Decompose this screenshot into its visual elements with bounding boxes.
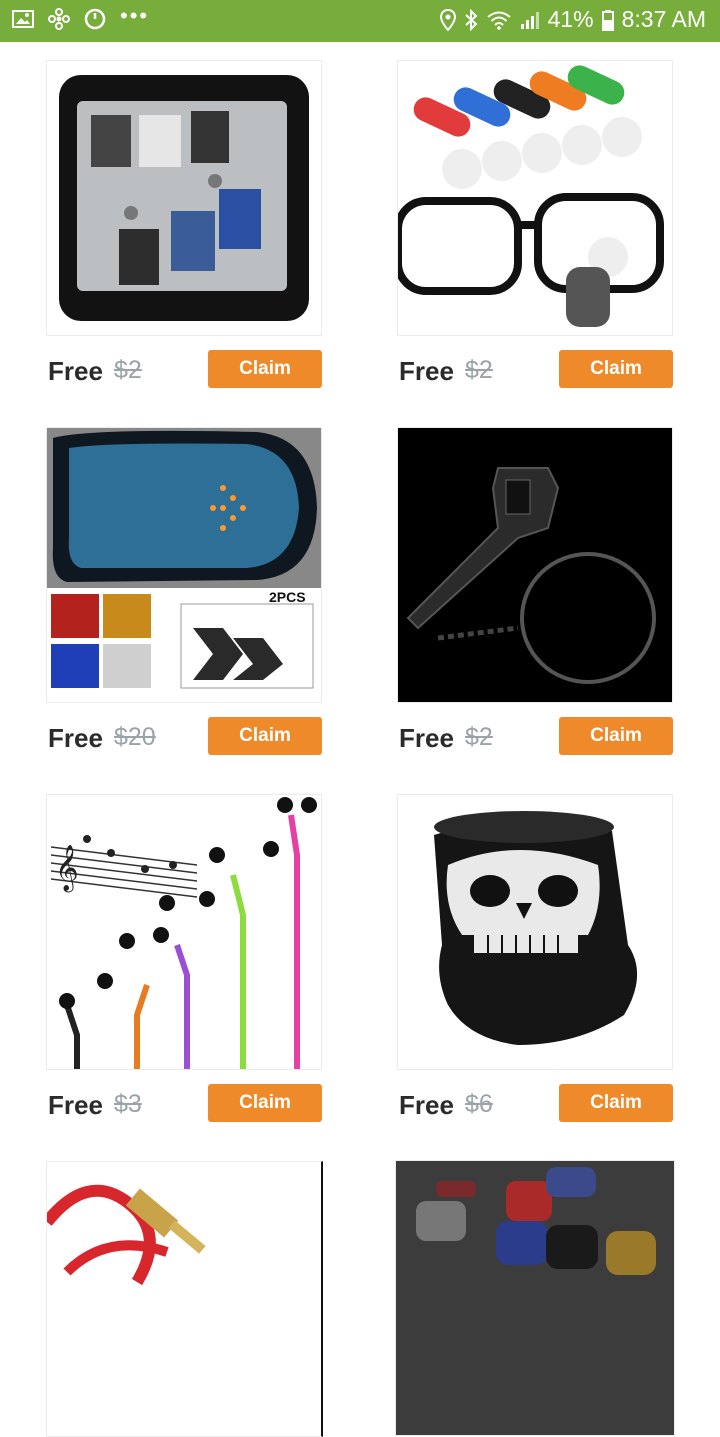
- memory-card-case-icon: [59, 75, 309, 321]
- image-caption: 2PCS: [269, 589, 306, 605]
- product-image[interactable]: [397, 427, 673, 703]
- product-image[interactable]: [46, 60, 322, 336]
- product-card[interactable]: 𝄞 Free $3 Claim: [46, 794, 322, 1124]
- claim-button[interactable]: Claim: [559, 717, 673, 755]
- price-label: Free: [399, 723, 454, 753]
- svg-text:𝄞: 𝄞: [55, 845, 79, 893]
- claim-button[interactable]: Claim: [559, 350, 673, 388]
- status-bar: ••• 41% 8:37 AM: [0, 0, 720, 42]
- original-price: $2: [465, 356, 493, 384]
- product-card[interactable]: Free $2 Claim: [46, 60, 322, 390]
- mirror-led-arrow-icon: 2PCS: [47, 428, 321, 689]
- product-card[interactable]: Free $2 Claim: [397, 427, 673, 757]
- wifi-icon: [486, 9, 512, 31]
- status-right-icons: 41% 8:37 AM: [439, 6, 706, 33]
- price-label: Free: [48, 356, 103, 386]
- product-image[interactable]: [397, 794, 673, 1070]
- product-image[interactable]: [46, 1161, 323, 1437]
- original-price: $6: [465, 1090, 493, 1118]
- sync-icon: [84, 8, 106, 30]
- product-image[interactable]: 2PCS: [46, 427, 322, 703]
- location-icon: [439, 8, 456, 31]
- product-card[interactable]: [395, 1160, 675, 1436]
- product-card[interactable]: 2PCS Free $20 Claim: [46, 427, 322, 757]
- glasses-cleaner-icon: [398, 65, 664, 327]
- signal-icon: [520, 9, 540, 31]
- valve-caps-icon: [396, 1161, 674, 1435]
- skull-face-mask-icon: [434, 811, 638, 1045]
- product-card[interactable]: [46, 1161, 323, 1437]
- price-label: Free: [399, 356, 454, 386]
- claim-button[interactable]: Claim: [559, 1084, 673, 1122]
- product-image[interactable]: 𝄞: [46, 794, 322, 1070]
- image-icon: [12, 9, 34, 29]
- product-card[interactable]: Free $2 Claim: [397, 60, 673, 390]
- price-label: Free: [399, 1090, 454, 1120]
- product-image[interactable]: [395, 1160, 675, 1436]
- price-label: Free: [48, 1090, 103, 1120]
- original-price: $2: [465, 723, 493, 751]
- product-image[interactable]: [397, 60, 673, 336]
- price-label: Free: [48, 723, 103, 753]
- claim-button[interactable]: Claim: [208, 1084, 322, 1122]
- more-notifications-icon: •••: [120, 3, 150, 28]
- original-price: $2: [114, 356, 142, 384]
- zipper-earphones-icon: 𝄞: [50, 797, 317, 1069]
- original-price: $3: [114, 1090, 142, 1118]
- claim-button[interactable]: Claim: [208, 717, 322, 755]
- status-left-icons: •••: [12, 3, 150, 30]
- original-price: $20: [114, 723, 156, 751]
- wrench-keychain-icon: [398, 428, 672, 702]
- fan-icon: [48, 8, 70, 30]
- bluetooth-icon: [464, 8, 478, 31]
- product-card[interactable]: Free $6 Claim: [397, 794, 673, 1124]
- audio-cable-icon: [47, 1184, 206, 1286]
- claim-button[interactable]: Claim: [208, 350, 322, 388]
- clock: 8:37 AM: [621, 6, 706, 32]
- battery-icon: [601, 9, 614, 31]
- battery-percent: 41%: [547, 6, 594, 32]
